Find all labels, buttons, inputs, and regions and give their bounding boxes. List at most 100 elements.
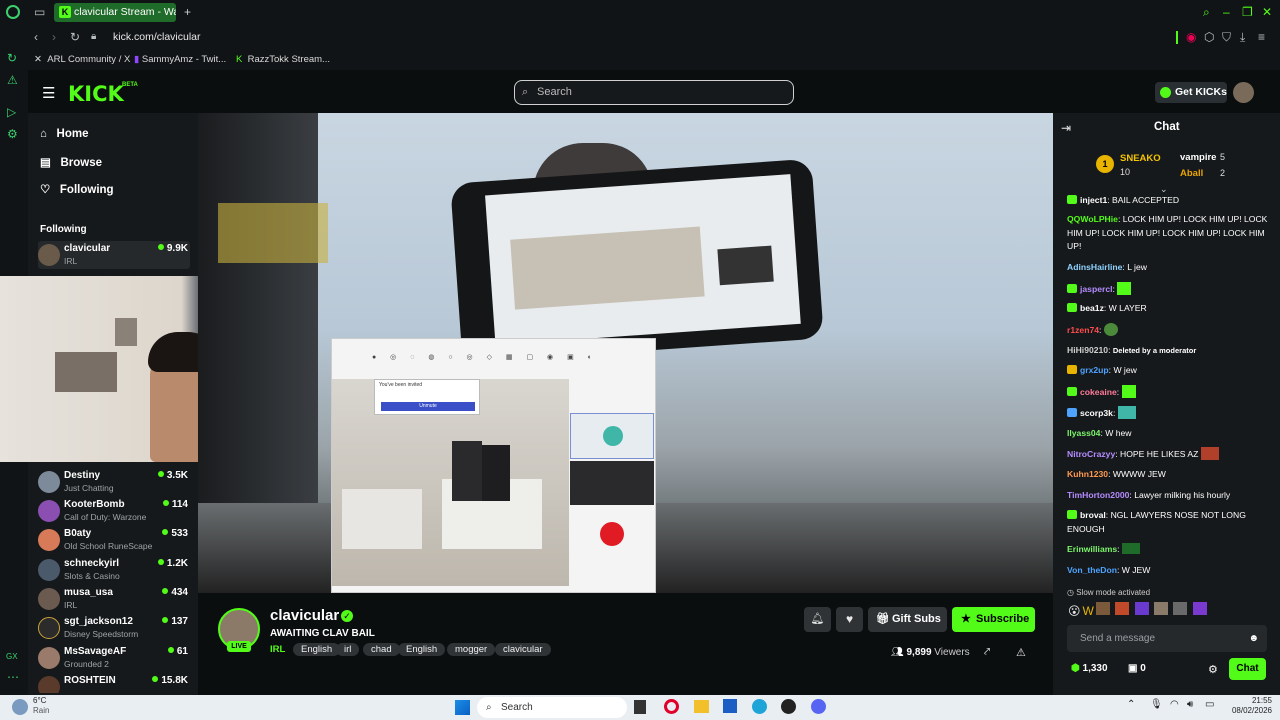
nav-following[interactable]: ♡ Following bbox=[40, 182, 114, 196]
chat-username[interactable]: Von_theDon bbox=[1067, 565, 1117, 575]
settings-rail-icon[interactable]: ⚙ bbox=[7, 127, 18, 141]
app-icon[interactable] bbox=[781, 699, 796, 714]
new-tab-icon[interactable]: + bbox=[184, 5, 191, 19]
edge-icon[interactable] bbox=[752, 699, 767, 714]
reload-icon[interactable]: ↻ bbox=[70, 30, 80, 44]
following-item[interactable]: schneckyirl Slots & Casino 1.2K bbox=[38, 556, 190, 584]
chat-username[interactable]: TimHorton2000 bbox=[1067, 490, 1129, 500]
mic-icon[interactable]: 🎙︎ bbox=[1150, 699, 1163, 710]
store-icon[interactable] bbox=[723, 699, 737, 713]
following-item[interactable]: clavicular IRL 9.9K bbox=[38, 241, 190, 269]
nav-home[interactable]: ⌂ Home bbox=[40, 128, 89, 140]
chat-username[interactable]: HiHi90210 bbox=[1067, 345, 1108, 355]
chat-username[interactable]: Kuhn1230 bbox=[1067, 469, 1108, 479]
chat-input[interactable]: Send a message ☻ bbox=[1067, 625, 1267, 652]
tag[interactable]: English bbox=[398, 643, 446, 656]
leader-name[interactable]: SNEAKO bbox=[1120, 153, 1161, 164]
task-view-icon[interactable] bbox=[634, 700, 646, 714]
battery-icon[interactable]: ▭ bbox=[1205, 699, 1214, 710]
aria-icon[interactable]: ⚠ bbox=[7, 73, 18, 87]
back-icon[interactable]: ‹ bbox=[34, 30, 38, 44]
chat-username[interactable]: bea1z bbox=[1080, 303, 1104, 313]
get-kicks-button[interactable]: Get KICKs bbox=[1155, 82, 1227, 103]
file-explorer-icon[interactable] bbox=[694, 700, 709, 713]
notification-bell-icon[interactable]: 🔔︎ bbox=[804, 607, 831, 632]
chat-username[interactable]: inject1 bbox=[1080, 195, 1107, 205]
tray-overflow-icon[interactable]: ⌃ bbox=[1127, 699, 1135, 710]
tag[interactable]: English bbox=[293, 643, 341, 656]
chat-username[interactable]: broval bbox=[1080, 510, 1106, 520]
leader-name[interactable]: vampire bbox=[1180, 152, 1216, 163]
following-item[interactable]: sgt_jackson12 Disney Speedstorm 137 bbox=[38, 614, 190, 642]
weather-temp[interactable]: 6°C bbox=[33, 696, 46, 705]
emote-icon[interactable]: 😮︎ bbox=[1068, 604, 1083, 618]
chat-username[interactable]: AdinsHairline bbox=[1067, 262, 1122, 272]
extension-icon[interactable]: ◉ bbox=[1186, 30, 1196, 44]
menu-lines-icon[interactable]: ≡ bbox=[1258, 30, 1265, 44]
following-item[interactable]: musa_usa IRL 434 bbox=[38, 585, 190, 613]
opera-gx-taskbar-icon[interactable] bbox=[664, 699, 679, 714]
windows-start-icon[interactable] bbox=[455, 700, 470, 715]
tag[interactable]: clavicular bbox=[495, 643, 551, 656]
tag[interactable]: mogger bbox=[447, 643, 496, 656]
opera-logo-icon[interactable] bbox=[6, 5, 20, 19]
user-avatar[interactable] bbox=[1233, 82, 1254, 103]
video-player[interactable]: ● ◎ ◌ ◍ ○ ◎ ◇ ▦ ▢ ◉ ▣ ◐ You've been invi… bbox=[198, 113, 1053, 593]
minimize-icon[interactable]: – bbox=[1223, 5, 1230, 19]
chat-username[interactable]: grx2up bbox=[1080, 365, 1109, 375]
extensions-icon[interactable]: ⬡ bbox=[1204, 30, 1214, 44]
collapse-chat-icon[interactable]: ⇥ bbox=[1061, 121, 1071, 135]
chat-settings-icon[interactable]: ⚙ bbox=[1208, 663, 1218, 676]
gift-subs-button[interactable]: 🎁︎ Gift Subs bbox=[868, 607, 947, 632]
channel-points[interactable]: ⬢ 1,330 bbox=[1071, 663, 1108, 674]
gx-icon[interactable]: GX bbox=[6, 650, 18, 664]
download-icon[interactable]: ⤓ bbox=[1240, 30, 1245, 44]
emote-icon[interactable]: W bbox=[1083, 604, 1096, 618]
follow-heart-icon[interactable]: ♥ bbox=[836, 607, 863, 632]
emote-icon[interactable] bbox=[1153, 602, 1168, 615]
following-item[interactable]: MsSavageAF Grounded 2 61 bbox=[38, 644, 190, 672]
hamburger-menu-icon[interactable]: ☰ bbox=[42, 84, 55, 102]
search-input[interactable]: ⌕ Search bbox=[514, 80, 794, 105]
search-tabs-icon[interactable]: ⌕ bbox=[1203, 5, 1210, 19]
subscribe-button[interactable]: ★ Subscribe bbox=[952, 607, 1035, 632]
wallet-icon[interactable]: ⛉ bbox=[1222, 30, 1231, 44]
url-field[interactable]: kick.com/clavicular bbox=[113, 31, 201, 43]
emote-icon[interactable] bbox=[1095, 602, 1110, 615]
wifi-icon[interactable]: ◠ bbox=[1170, 699, 1179, 710]
chat-username[interactable]: cokeaine bbox=[1080, 387, 1117, 397]
send-chat-button[interactable]: Chat bbox=[1229, 658, 1266, 680]
discord-icon[interactable] bbox=[811, 699, 826, 714]
emote-icon[interactable] bbox=[1192, 602, 1207, 615]
tab-switcher-icon[interactable]: ▭ bbox=[34, 5, 45, 19]
report-icon[interactable]: ⚠ bbox=[1016, 646, 1026, 659]
kick-logo[interactable]: KICK bbox=[68, 82, 124, 106]
chat-username[interactable]: jaspercl bbox=[1080, 284, 1113, 294]
leader-name[interactable]: Aball bbox=[1180, 168, 1203, 179]
gift-count[interactable]: ▣ 0 bbox=[1128, 663, 1146, 674]
following-item[interactable]: KooterBomb Call of Duty: Warzone 114 bbox=[38, 497, 190, 525]
category-link[interactable]: IRL bbox=[270, 644, 285, 655]
emote-icon[interactable] bbox=[1173, 602, 1188, 615]
following-item[interactable]: Destiny Just Chatting 3.5K bbox=[38, 468, 190, 496]
following-item[interactable]: B0aty Old School RuneScape 533 bbox=[38, 526, 190, 554]
tag[interactable]: chad bbox=[363, 643, 400, 656]
close-window-icon[interactable]: ✕ bbox=[1262, 5, 1272, 19]
clock-time[interactable]: 21:55 bbox=[1222, 696, 1272, 705]
bookmark-x[interactable]: ✕ ARL Community / X bbox=[34, 54, 130, 65]
maximize-icon[interactable]: ❐ bbox=[1242, 5, 1253, 19]
player-icon[interactable]: ▷ bbox=[7, 105, 16, 119]
emote-icon[interactable] bbox=[1134, 602, 1149, 615]
chat-username[interactable]: Erinwilliams bbox=[1067, 544, 1117, 554]
volume-icon[interactable]: 🔊︎ bbox=[1187, 699, 1193, 710]
chat-username[interactable]: QQWoLPHie bbox=[1067, 214, 1118, 224]
emote-bar[interactable]: 😮︎W bbox=[1068, 602, 1268, 618]
clock-date[interactable]: 08/02/2026 bbox=[1222, 706, 1272, 715]
nav-browse[interactable]: ▤ Browse bbox=[40, 155, 102, 169]
chat-username[interactable]: r1zen74 bbox=[1067, 325, 1099, 335]
chat-username[interactable]: scorp3k bbox=[1080, 408, 1113, 418]
share-icon[interactable]: ⤤ bbox=[984, 646, 990, 659]
chat-username[interactable]: Ilyass04 bbox=[1067, 428, 1100, 438]
tag[interactable]: irl bbox=[336, 643, 360, 656]
taskbar-search[interactable]: ⌕ Search bbox=[477, 697, 627, 718]
